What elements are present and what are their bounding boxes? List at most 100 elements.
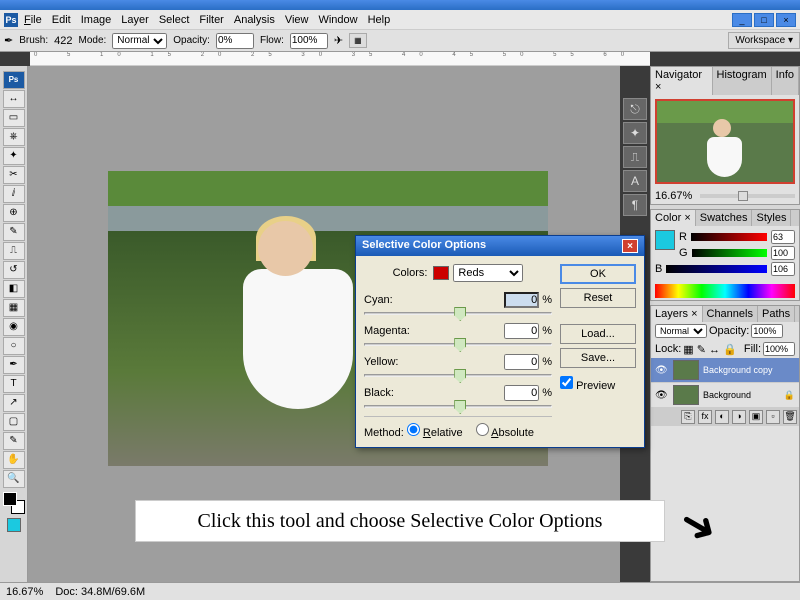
adjustment-icon[interactable]: ◑: [732, 410, 746, 424]
maximize-icon[interactable]: □: [754, 13, 774, 27]
menu-window[interactable]: Window: [318, 14, 357, 26]
history-brush-tool[interactable]: ↺: [3, 261, 25, 279]
dock-icon[interactable]: ✦: [623, 122, 647, 144]
layer-name[interactable]: Background: [703, 390, 751, 400]
move-tool[interactable]: ↔: [3, 90, 25, 108]
opacity-input[interactable]: [216, 33, 254, 49]
b-slider[interactable]: [666, 265, 767, 273]
lasso-tool[interactable]: ⎈: [3, 128, 25, 146]
menu-image[interactable]: Image: [81, 14, 112, 26]
nav-zoom[interactable]: 16.67%: [655, 190, 692, 202]
tab-channels[interactable]: Channels: [703, 306, 758, 322]
mask-icon[interactable]: ◐: [715, 410, 729, 424]
notes-tool[interactable]: ✎: [3, 432, 25, 450]
dock-icon[interactable]: ⎋: [623, 98, 647, 120]
black-slider[interactable]: [364, 405, 552, 408]
tab-navigator[interactable]: Navigator ×: [651, 67, 713, 95]
visibility-icon[interactable]: 👁: [655, 365, 669, 376]
cyan-slider[interactable]: [364, 312, 552, 315]
save-button[interactable]: Save...: [560, 348, 636, 368]
navigator-thumbnail[interactable]: [655, 99, 795, 184]
minimize-icon[interactable]: _: [732, 13, 752, 27]
fx-icon[interactable]: fx: [698, 410, 712, 424]
mode-select[interactable]: Normal: [112, 33, 167, 49]
magenta-slider[interactable]: [364, 343, 552, 346]
wand-tool[interactable]: ✦: [3, 147, 25, 165]
brush-picker[interactable]: 422: [54, 35, 72, 47]
tab-styles[interactable]: Styles: [752, 210, 791, 226]
airbrush-icon[interactable]: ✈: [334, 34, 343, 47]
nav-zoom-slider[interactable]: [700, 194, 795, 198]
hand-tool[interactable]: ✋: [3, 451, 25, 469]
dialog-close-icon[interactable]: ×: [622, 239, 638, 253]
eraser-tool[interactable]: ◧: [3, 280, 25, 298]
stamp-tool[interactable]: ⎍: [3, 242, 25, 260]
healing-tool[interactable]: ⊕: [3, 204, 25, 222]
tool-preset-icon[interactable]: ✒: [4, 34, 13, 47]
gradient-tool[interactable]: ▦: [3, 299, 25, 317]
r-slider[interactable]: [691, 233, 767, 241]
link-icon[interactable]: ⎘: [681, 410, 695, 424]
status-zoom[interactable]: 16.67%: [6, 586, 43, 598]
layer-opacity-input[interactable]: [751, 324, 783, 338]
absolute-radio[interactable]: Absolute: [476, 427, 534, 439]
type-tool[interactable]: T: [3, 375, 25, 393]
pen-tool[interactable]: ✒: [3, 356, 25, 374]
dock-icon[interactable]: A: [623, 170, 647, 192]
menu-select[interactable]: Select: [159, 14, 190, 26]
dialog-titlebar[interactable]: Selective Color Options ×: [356, 236, 644, 256]
g-slider[interactable]: [692, 249, 767, 257]
preview-checkbox[interactable]: Preview: [560, 376, 636, 392]
menu-filter[interactable]: Filter: [199, 14, 223, 26]
menu-help[interactable]: Help: [368, 14, 391, 26]
path-tool[interactable]: ↗: [3, 394, 25, 412]
menu-view[interactable]: View: [285, 14, 309, 26]
zoom-tool[interactable]: 🔍: [3, 470, 25, 488]
ok-button[interactable]: OK: [560, 264, 636, 284]
arrange-icon[interactable]: ▦: [349, 33, 367, 48]
shape-tool[interactable]: ▢: [3, 413, 25, 431]
quick-mask-icon[interactable]: [7, 518, 21, 532]
dock-icon[interactable]: ⎍: [623, 146, 647, 168]
menu-edit[interactable]: Edit: [52, 14, 71, 26]
tab-layers[interactable]: Layers ×: [651, 306, 703, 322]
marquee-tool[interactable]: ▭: [3, 109, 25, 127]
layer-name[interactable]: Background copy: [703, 365, 773, 375]
close-icon[interactable]: ×: [776, 13, 796, 27]
blur-tool[interactable]: ◉: [3, 318, 25, 336]
flow-input[interactable]: [290, 33, 328, 49]
crop-tool[interactable]: ✂: [3, 166, 25, 184]
color-foreground[interactable]: [655, 230, 675, 250]
relative-radio[interactable]: Relative: [407, 427, 463, 439]
new-layer-icon[interactable]: ▫: [766, 410, 780, 424]
dock-icon[interactable]: ¶: [623, 194, 647, 216]
eyedropper-tool[interactable]: ⅈ: [3, 185, 25, 203]
yellow-slider[interactable]: [364, 374, 552, 377]
tab-paths[interactable]: Paths: [758, 306, 795, 322]
colors-select[interactable]: Reds: [453, 264, 523, 282]
tab-info[interactable]: Info: [772, 67, 799, 95]
b-input[interactable]: [771, 262, 795, 276]
g-input[interactable]: [771, 246, 795, 260]
trash-icon[interactable]: 🗑: [783, 410, 797, 424]
visibility-icon[interactable]: 👁: [655, 390, 669, 401]
r-input[interactable]: [771, 230, 795, 244]
layer-row[interactable]: 👁 Background 🔒: [651, 383, 799, 408]
brush-tool[interactable]: ✎: [3, 223, 25, 241]
workspace-button[interactable]: Workspace ▾: [728, 32, 800, 49]
color-swatch[interactable]: [3, 492, 25, 514]
tab-color[interactable]: Color ×: [651, 210, 696, 226]
yellow-input[interactable]: [504, 354, 539, 370]
cyan-input[interactable]: [504, 292, 539, 308]
layer-row[interactable]: 👁 Background copy: [651, 358, 799, 383]
black-input[interactable]: [504, 385, 539, 401]
blend-mode-select[interactable]: Normal: [655, 324, 707, 338]
fill-input[interactable]: [763, 342, 795, 356]
menu-file[interactable]: FFileile: [24, 14, 42, 26]
menu-layer[interactable]: Layer: [121, 14, 149, 26]
folder-icon[interactable]: ▣: [749, 410, 763, 424]
tab-swatches[interactable]: Swatches: [696, 210, 753, 226]
tab-histogram[interactable]: Histogram: [713, 67, 772, 95]
reset-button[interactable]: Reset: [560, 288, 636, 308]
magenta-input[interactable]: [504, 323, 539, 339]
